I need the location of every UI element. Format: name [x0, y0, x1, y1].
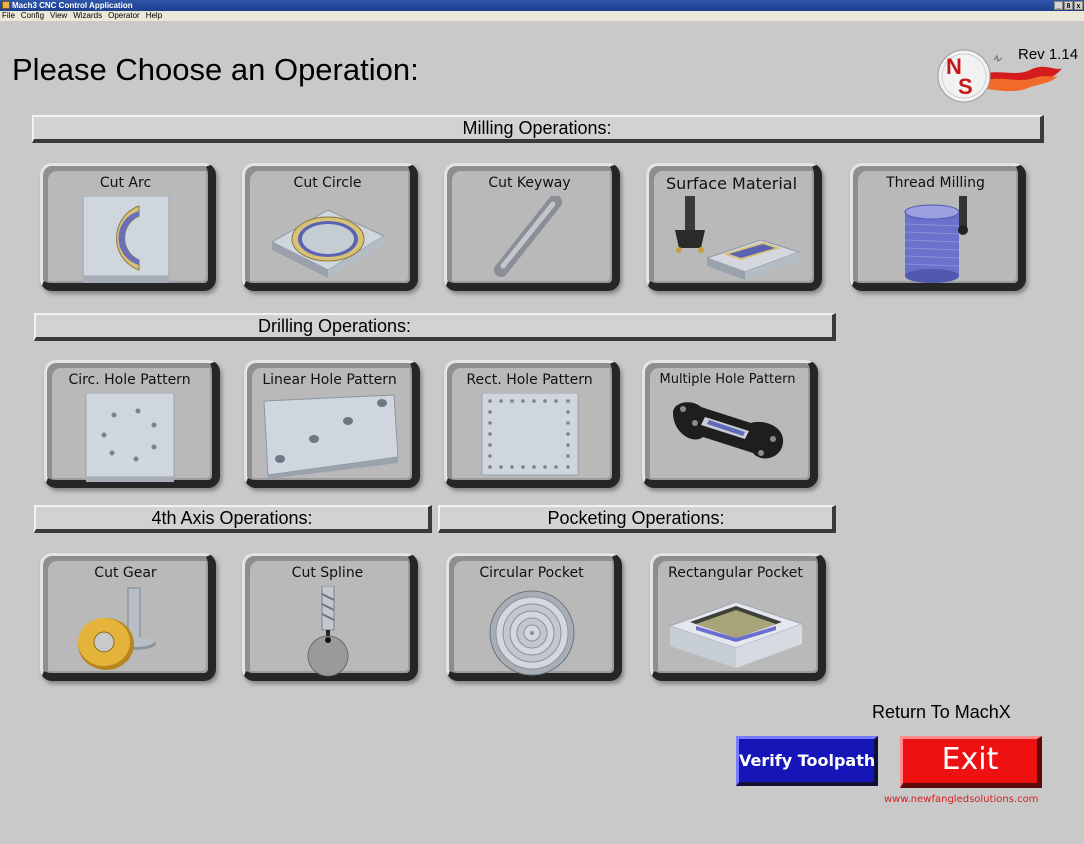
- menu-operator[interactable]: Operator: [105, 11, 143, 21]
- rectangular-hole-pattern-icon: [481, 393, 578, 476]
- rectangular-pocket-label: Rectangular Pocket: [668, 565, 803, 581]
- multiple-hole-pattern-icon: [672, 402, 783, 459]
- cut-gear-button[interactable]: Cut Gear: [40, 553, 216, 681]
- thread-milling-button[interactable]: Thread Milling: [850, 163, 1026, 291]
- circular-pocket-icon: [489, 590, 574, 676]
- thread-milling-icon: [904, 196, 968, 283]
- cut-circle-label: Cut Circle: [293, 175, 362, 191]
- linear-hole-pattern-button[interactable]: Linear Hole Pattern: [244, 360, 420, 488]
- restore-button[interactable]: 8: [1064, 1, 1073, 10]
- pocketing-section-header: Pocketing Operations:: [438, 505, 836, 533]
- pocketing-section-label: Pocketing Operations:: [547, 508, 725, 528]
- close-button[interactable]: x: [1074, 1, 1083, 10]
- cut-spline-label: Cut Spline: [291, 565, 364, 581]
- cut-keyway-label: Cut Keyway: [488, 175, 571, 191]
- linear-hole-pattern-label: Linear Hole Pattern: [262, 372, 397, 388]
- surface-material-label: Surface Material: [665, 174, 798, 193]
- rectangular-pocket-button[interactable]: Rectangular Pocket: [650, 553, 826, 681]
- menu-file[interactable]: File: [0, 11, 18, 21]
- milling-section-label: Milling Operations:: [462, 118, 612, 138]
- circular-pocket-button[interactable]: Circular Pocket: [446, 553, 622, 681]
- cut-keyway-icon: [493, 196, 562, 277]
- cut-gear-icon: [77, 587, 156, 670]
- window-controls: _ 8 x: [1054, 0, 1084, 10]
- page-title: Please Choose an Operation:: [12, 52, 419, 87]
- cut-arc-icon: [82, 196, 169, 283]
- window-title: Mach3 CNC Control Application: [12, 1, 133, 10]
- milling-section-header: Milling Operations:: [32, 115, 1044, 143]
- verify-toolpath-button[interactable]: Verify Toolpath: [736, 736, 878, 786]
- multiple-hole-pattern-label: Multiple Hole Pattern: [659, 372, 796, 387]
- svg-text:S: S: [958, 74, 973, 99]
- circ-hole-pattern-label: Circ. Hole Pattern: [68, 372, 191, 388]
- rect-hole-pattern-label: Rect. Hole Pattern: [466, 372, 593, 388]
- menu-help[interactable]: Help: [143, 11, 165, 21]
- menu-wizards[interactable]: Wizards: [70, 11, 105, 21]
- thread-milling-label: Thread Milling: [886, 175, 985, 191]
- menu-config[interactable]: Config: [18, 11, 47, 21]
- fourth-axis-section-label: 4th Axis Operations:: [151, 508, 313, 528]
- title-bar: Mach3 CNC Control Application _ 8 x: [0, 0, 1084, 11]
- circ-hole-pattern-button[interactable]: Circ. Hole Pattern: [44, 360, 220, 488]
- drilling-section-label: Drilling Operations:: [258, 316, 412, 336]
- revision-label: Rev 1.14: [1018, 46, 1079, 63]
- cut-gear-label: Cut Gear: [94, 565, 157, 581]
- exit-button[interactable]: Exit: [900, 736, 1042, 788]
- surface-material-icon: [674, 196, 801, 280]
- cut-spline-icon: [307, 586, 348, 677]
- return-to-machx-label: Return To MachX: [872, 702, 1011, 722]
- cut-spline-button[interactable]: Cut Spline: [242, 553, 418, 681]
- menu-view[interactable]: View: [47, 11, 70, 21]
- cut-keyway-button[interactable]: Cut Keyway: [444, 163, 620, 291]
- circular-hole-pattern-icon: [85, 393, 174, 482]
- minimize-button[interactable]: _: [1054, 1, 1063, 10]
- surface-material-button[interactable]: Surface Material: [646, 163, 822, 291]
- cut-circle-button[interactable]: Cut Circle: [242, 163, 418, 291]
- rectangular-pocket-icon: [667, 601, 804, 668]
- multiple-hole-pattern-button[interactable]: Multiple Hole Pattern: [642, 360, 818, 488]
- circular-pocket-label: Circular Pocket: [479, 565, 584, 581]
- cut-arc-button[interactable]: Cut Arc: [40, 163, 216, 291]
- fourth-axis-section-header: 4th Axis Operations:: [34, 505, 432, 533]
- app-icon: [2, 1, 10, 9]
- drilling-section-header: Drilling Operations:: [34, 313, 836, 341]
- rect-hole-pattern-button[interactable]: Rect. Hole Pattern: [444, 360, 620, 488]
- website-link[interactable]: www.newfangledsolutions.com: [884, 794, 1038, 805]
- menu-bar: File Config View Wizards Operator Help: [0, 11, 1084, 21]
- cut-arc-label: Cut Arc: [99, 175, 152, 191]
- linear-hole-pattern-icon: [262, 394, 399, 479]
- cut-circle-icon: [270, 209, 385, 278]
